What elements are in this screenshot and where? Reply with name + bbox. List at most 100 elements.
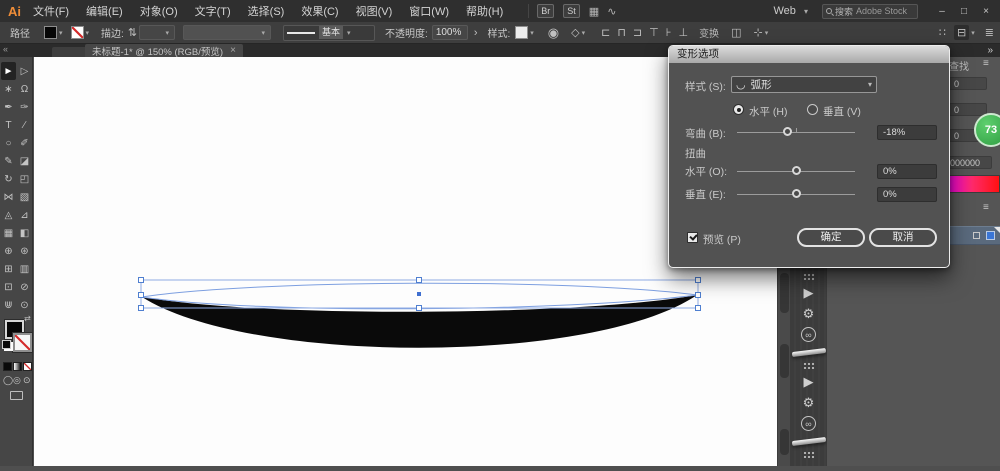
- actions-play-icon[interactable]: ▶: [790, 460, 827, 466]
- bridge-badge[interactable]: Br: [537, 4, 554, 18]
- bend-value-field[interactable]: -18%: [877, 125, 937, 140]
- color-spectrum-bar[interactable]: [945, 175, 1000, 193]
- illustrator-logo[interactable]: Ai: [8, 4, 21, 19]
- selection-handle[interactable]: [417, 306, 422, 311]
- horizontal-radio-label[interactable]: 水平 (H): [749, 104, 788, 119]
- actions-play-icon[interactable]: ▶: [790, 371, 827, 392]
- eyedropper-tool[interactable]: ⊕: [1, 242, 16, 260]
- selection-handle[interactable]: [696, 293, 701, 298]
- scale-tool[interactable]: ◰: [17, 170, 32, 188]
- collapse-panels-icon[interactable]: »: [987, 45, 993, 56]
- panel-menu-icon[interactable]: ≡: [983, 202, 989, 213]
- isolate-selection-icon[interactable]: ⊹: [753, 26, 762, 39]
- align-center-icon[interactable]: ⊓: [617, 26, 626, 39]
- color-channel-field[interactable]: 0: [949, 103, 987, 116]
- graph-tool[interactable]: ⊞: [1, 260, 16, 278]
- cancel-button[interactable]: 取消: [869, 228, 937, 247]
- type-tool[interactable]: T: [1, 116, 16, 134]
- restore-button[interactable]: □: [956, 6, 972, 17]
- align-left-icon[interactable]: ⊏: [601, 26, 610, 39]
- swap-fill-stroke-icon[interactable]: ⇄: [24, 314, 31, 323]
- horizontal-value-field[interactable]: 0%: [877, 164, 937, 179]
- rotate-tool[interactable]: ↻: [1, 170, 16, 188]
- close-button[interactable]: ×: [978, 6, 994, 17]
- pencil-tool[interactable]: ✎: [1, 152, 16, 170]
- stepper-icon[interactable]: ⇅: [128, 26, 137, 39]
- creative-cloud-icon[interactable]: ∞: [790, 413, 827, 434]
- preview-label[interactable]: 预览 (P): [703, 232, 741, 247]
- panel-grip-icon[interactable]: [803, 362, 815, 369]
- arrange-documents-icon[interactable]: ▦: [589, 5, 599, 18]
- line-segment-tool[interactable]: ∕: [17, 116, 32, 134]
- ok-button[interactable]: 确定: [797, 228, 865, 247]
- hand-tool[interactable]: ⋓: [1, 296, 16, 314]
- stroke-swatch[interactable]: [13, 333, 32, 352]
- scrollbar-thumb[interactable]: [780, 273, 789, 313]
- search-input[interactable]: 搜索 Adobe Stock: [822, 4, 918, 19]
- menu-item[interactable]: 文字(T): [195, 3, 231, 19]
- opacity-field[interactable]: 100%: [432, 25, 468, 40]
- none-mode-button[interactable]: [23, 362, 32, 371]
- selected-panel-row[interactable]: [943, 226, 1000, 245]
- bounding-box-icon[interactable]: ◫: [731, 26, 741, 39]
- menu-item[interactable]: 编辑(E): [86, 3, 123, 19]
- center-anchor[interactable]: [417, 292, 421, 296]
- horizontal-radio[interactable]: [733, 104, 744, 115]
- creative-cloud-icon[interactable]: ∞: [790, 324, 827, 345]
- slice-tool[interactable]: ⊘: [17, 278, 32, 296]
- perspective-grid-tool[interactable]: ⊿: [17, 206, 32, 224]
- vertical-slider-handle[interactable]: [792, 189, 801, 198]
- vertical-radio-label[interactable]: 垂直 (V): [823, 104, 861, 119]
- draw-inside-icon[interactable]: ⊙: [23, 375, 31, 386]
- vertical-value-field[interactable]: 0%: [877, 187, 937, 202]
- selection-handle[interactable]: [139, 278, 144, 283]
- align-bottom-icon[interactable]: ⊥: [678, 26, 688, 39]
- draw-behind-icon[interactable]: ◎: [13, 375, 21, 386]
- width-profile-dropdown[interactable]: ▾: [183, 25, 271, 40]
- gear-icon[interactable]: ⚙: [790, 303, 827, 324]
- artboard-tool[interactable]: ⊡: [1, 278, 16, 296]
- scrollbar-thumb[interactable]: [780, 344, 789, 378]
- artboard-canvas[interactable]: [34, 57, 777, 466]
- gradient-mode-button[interactable]: [13, 362, 22, 371]
- ellipse-tool[interactable]: ○: [1, 134, 16, 152]
- menu-item[interactable]: 效果(C): [301, 3, 338, 19]
- symbol-sprayer-tool[interactable]: ⊛: [17, 242, 32, 260]
- gear-icon[interactable]: ⚙: [790, 392, 827, 413]
- collapse-left-icon[interactable]: «: [3, 44, 8, 54]
- align-right-icon[interactable]: ⊐: [633, 26, 642, 39]
- panel-toggle-icon[interactable]: ⊟: [954, 25, 969, 40]
- more-options-icon[interactable]: ›: [474, 27, 478, 39]
- hex-color-field[interactable]: 000000: [945, 156, 992, 169]
- draw-normal-icon[interactable]: ◯: [3, 375, 13, 386]
- shape-builder-tool[interactable]: ◬: [1, 206, 16, 224]
- stroke-weight-field[interactable]: ▾: [139, 25, 175, 40]
- align-middle-icon[interactable]: ⊦: [666, 26, 672, 39]
- transform-label[interactable]: 变换: [699, 25, 719, 40]
- panel-grip-icon[interactable]: [803, 273, 815, 280]
- selection-handle[interactable]: [139, 293, 144, 298]
- magic-wand-tool[interactable]: ∗: [1, 80, 16, 98]
- document-tab[interactable]: 未标题-1* @ 150% (RGB/预览) ×: [85, 44, 243, 57]
- eraser-tool[interactable]: ◪: [17, 152, 32, 170]
- menu-item[interactable]: 帮助(H): [466, 3, 503, 19]
- free-transform-tool[interactable]: ▧: [17, 188, 32, 206]
- brush-definition-dropdown[interactable]: 基本 ▾: [283, 25, 375, 41]
- actions-play-icon[interactable]: ▶: [790, 282, 827, 303]
- vertical-radio[interactable]: [807, 104, 818, 115]
- lasso-tool[interactable]: Ω: [17, 80, 32, 98]
- grid-dots-icon[interactable]: ∷: [939, 26, 946, 39]
- bend-slider-handle[interactable]: [783, 127, 792, 136]
- scrollbar-thumb[interactable]: [780, 429, 789, 455]
- selection-handle[interactable]: [139, 306, 144, 311]
- screen-mode-icon[interactable]: [10, 391, 23, 400]
- workspace-switcher[interactable]: Web ▾: [774, 5, 809, 17]
- horizontal-slider-handle[interactable]: [792, 166, 801, 175]
- selection-tool[interactable]: ►: [1, 62, 16, 80]
- menu-item[interactable]: 窗口(W): [409, 3, 449, 19]
- panel-list-icon[interactable]: ≣: [985, 26, 994, 39]
- touch-workspace-icon[interactable]: ∿: [607, 5, 616, 18]
- fill-color-swatch[interactable]: [44, 26, 57, 39]
- shaper-icon[interactable]: ◇: [571, 26, 579, 39]
- color-mode-button[interactable]: [3, 362, 12, 371]
